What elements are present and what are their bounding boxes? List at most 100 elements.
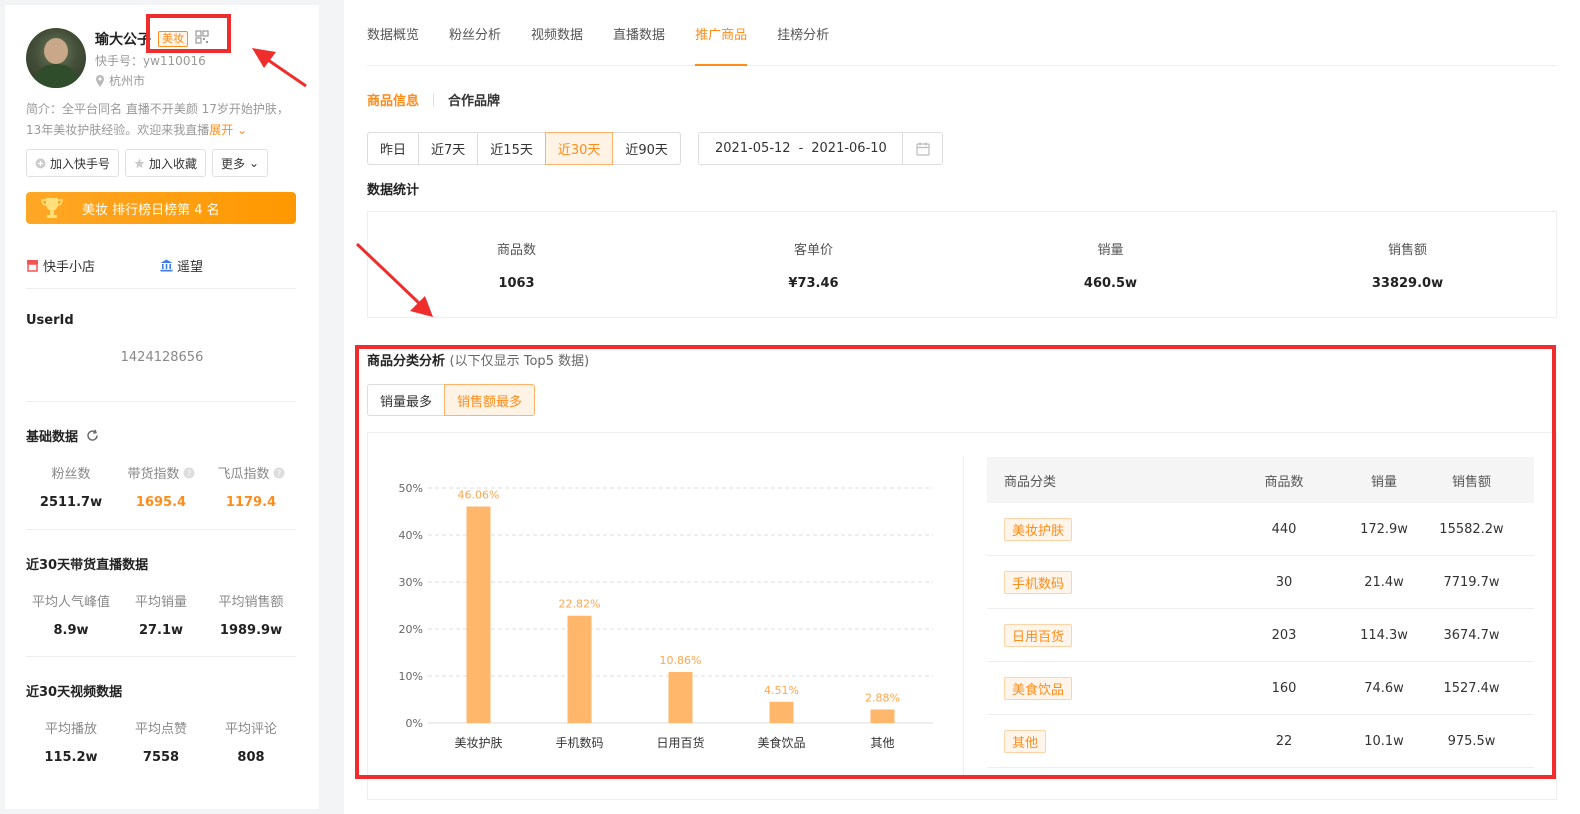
tab-live[interactable]: 直播数据 (613, 0, 665, 66)
rank-banner[interactable]: 美妆 排行榜日榜第 4 名 (26, 192, 296, 224)
stat-avg-play: 平均播放 115.2w (26, 718, 116, 765)
location-pin-icon (96, 74, 104, 87)
stat-value: ¥73.46 (788, 276, 839, 291)
more-button[interactable]: 更多 ⌄ (212, 149, 269, 177)
profile-links: 快手小店 遥望 (26, 256, 294, 275)
institution-icon (160, 259, 173, 272)
divider (26, 288, 296, 289)
divider (26, 401, 296, 402)
live30-title: 近30天带货直播数据 (26, 558, 149, 573)
stat-sales-index: 带货指数? 1695.4 (116, 463, 206, 510)
stat-peak: 平均人气峰值 8.9w (26, 591, 116, 638)
divider (433, 93, 435, 106)
calendar-button[interactable] (902, 133, 942, 164)
follow-label: 加入快手号 (50, 156, 111, 171)
location: 杭州市 (95, 72, 145, 89)
profile-panel: 瑜大公子 美妆 快手号：yw110016 杭州市 简介：全平台同名 直播不开美颜… (5, 5, 319, 809)
stat-label: 商品数 (496, 243, 536, 258)
tab-fans[interactable]: 粉丝分析 (449, 0, 501, 66)
userid-title: UserId (26, 313, 74, 328)
live30-stats: 平均人气峰值 8.9w 平均销量 27.1w 平均销售额 1989.9w (26, 591, 296, 638)
stat-value: 808 (237, 750, 265, 765)
range-90d[interactable]: 近90天 (612, 132, 681, 165)
tab-overview[interactable]: 数据概览 (367, 0, 419, 66)
subtab-brands[interactable]: 合作品牌 (448, 90, 500, 109)
refresh-icon[interactable] (86, 429, 99, 442)
range-30d[interactable]: 近30天 (544, 132, 614, 165)
favorite-button[interactable]: 加入收藏 (125, 149, 207, 177)
kuaishou-id: 快手号：yw110016 (95, 54, 206, 68)
divider (26, 529, 296, 530)
stat-value: 27.1w (138, 623, 184, 638)
plus-circle-icon (35, 158, 46, 168)
shop-link[interactable]: 快手小店 (26, 256, 160, 275)
stat-value: 115.2w (44, 750, 98, 765)
svg-text:?: ? (276, 469, 280, 478)
city-label: 杭州市 (109, 74, 146, 88)
video30-title: 近30天视频数据 (26, 685, 123, 700)
stat-value: 1063 (498, 276, 535, 291)
stat-label: 客单价 (793, 243, 833, 258)
range-yesterday[interactable]: 昨日 (367, 132, 420, 165)
intro-text: 简介：全平台同名 直播不开美颜 17岁开始护肤，13年美妆护肤经验。欢迎来我直播 (26, 102, 289, 137)
stat-product-count: 商品数 1063 (368, 212, 665, 317)
shop-label: 快手小店 (43, 260, 96, 275)
avatar[interactable] (26, 28, 86, 88)
date-separator: - (798, 141, 804, 156)
stat-feigua-index: 飞瓜指数? 1179.4 (206, 463, 296, 510)
stat-avg-likes: 平均点赞 7558 (116, 718, 206, 765)
stat-value: 1695.4 (135, 495, 187, 510)
stat-label: 飞瓜指数 (217, 467, 270, 482)
follow-button[interactable]: 加入快手号 (26, 149, 120, 177)
stat-label: 平均点赞 (134, 722, 187, 737)
tab-rank[interactable]: 挂榜分析 (777, 0, 829, 66)
tab-products[interactable]: 推广商品 (695, 0, 748, 66)
stats-title: 数据统计 (367, 183, 420, 198)
profile-name: 瑜大公子 (95, 32, 151, 48)
chevron-down-icon: ⌄ (249, 156, 260, 170)
top-tabs: 数据概览 粉丝分析 视频数据 直播数据 推广商品 挂榜分析 (367, 0, 1557, 66)
calendar-icon (915, 142, 930, 156)
action-buttons: 加入快手号 加入收藏 更多 ⌄ (26, 149, 269, 177)
expand-link[interactable]: 展开 ⌄ (209, 123, 247, 137)
stat-label: 带货指数 (127, 467, 180, 482)
userid-value: 1424128656 (120, 350, 204, 365)
stat-label-wrap: 飞瓜指数? (206, 463, 296, 482)
rank-text: 美妆 排行榜日榜第 4 名 (82, 202, 220, 218)
stat-label: 平均播放 (44, 722, 97, 737)
stat-sales-volume: 销量 460.5w (962, 212, 1259, 317)
range-7d[interactable]: 近7天 (418, 132, 479, 165)
date-end: 2021-06-10 (811, 141, 887, 156)
stat-label: 平均评论 (224, 722, 277, 737)
svg-text:?: ? (186, 469, 190, 478)
range-15d[interactable]: 近15天 (477, 132, 546, 165)
shop-icon (27, 260, 38, 272)
date-range-picker[interactable]: 2021-05-12 - 2021-06-10 (698, 132, 943, 165)
stat-value: 33829.0w (1371, 276, 1444, 291)
tab-video[interactable]: 视频数据 (531, 0, 583, 66)
stat-label: 平均人气峰值 (31, 595, 110, 610)
annotation-box-category (355, 345, 1556, 779)
mcn-label: 遥望 (177, 260, 204, 275)
annotation-box-tag (146, 14, 231, 53)
stat-revenue: 销售额 33829.0w (1259, 212, 1556, 317)
stat-label: 销售额 (1387, 243, 1427, 258)
divider (26, 656, 296, 657)
profile-intro: 简介：全平台同名 直播不开美颜 17岁开始护肤，13年美妆护肤经验。欢迎来我直播… (26, 99, 296, 141)
basic-data-label: 基础数据 (26, 430, 79, 445)
stat-value: 1179.4 (225, 495, 277, 510)
mcn-link[interactable]: 遥望 (160, 256, 294, 275)
stat-avg-comments: 平均评论 808 (206, 718, 296, 765)
subtab-product-info[interactable]: 商品信息 (367, 90, 419, 109)
expand-label: 展开 (209, 123, 234, 137)
favorite-label: 加入收藏 (149, 156, 198, 171)
stat-value: 2511.7w (39, 495, 103, 510)
date-start: 2021-05-12 (715, 141, 791, 156)
date-range-buttons: 昨日 近7天 近15天 近30天 近90天 (367, 132, 681, 165)
stat-value: 8.9w (53, 623, 89, 638)
help-icon[interactable]: ? (273, 467, 285, 479)
sort-by-revenue[interactable]: 销售额最多 (444, 384, 536, 416)
stat-value: 7558 (142, 750, 180, 765)
help-icon[interactable]: ? (183, 467, 195, 479)
stat-avg-sales: 平均销量 27.1w (116, 591, 206, 638)
